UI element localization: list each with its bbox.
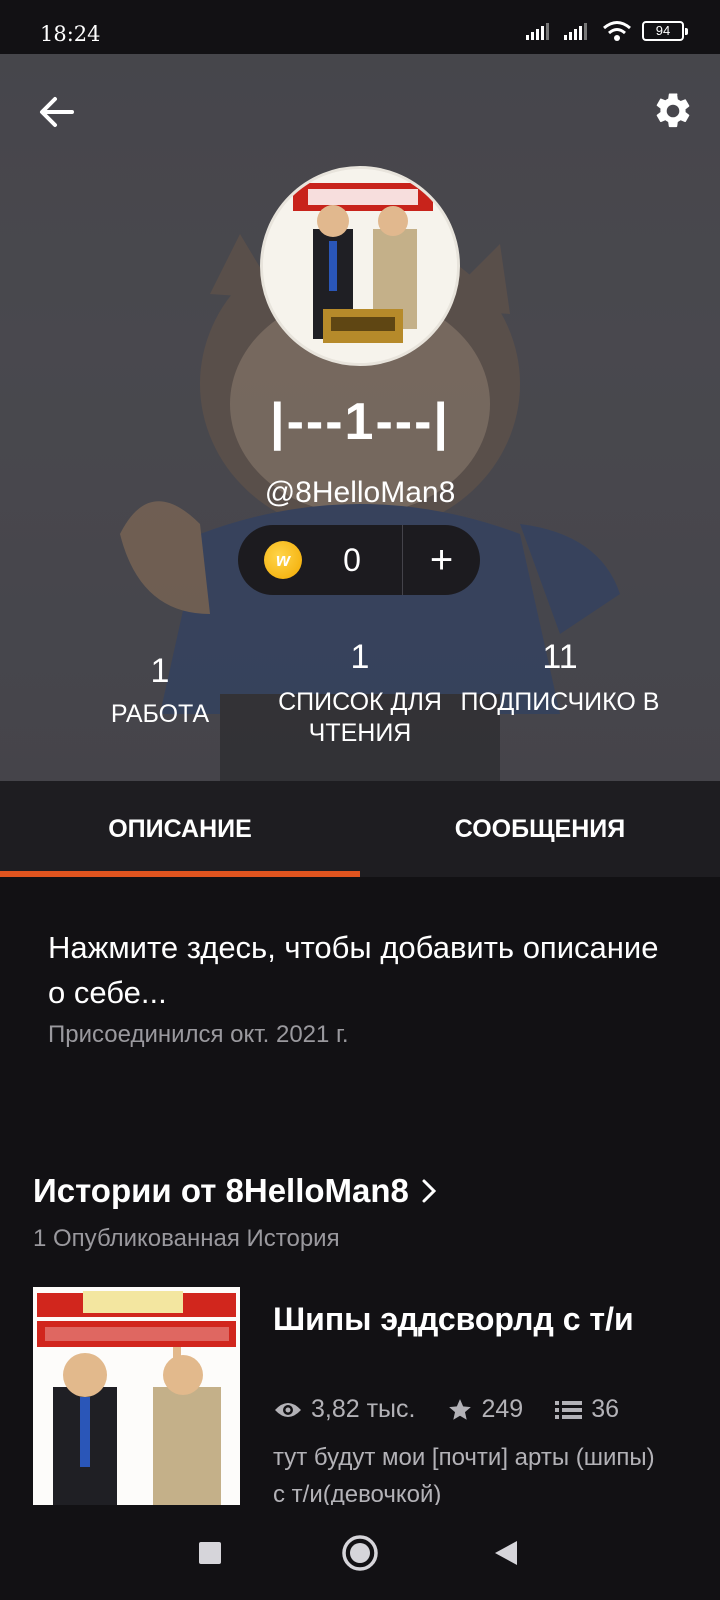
- stat-label: РАБОТА: [110, 700, 210, 728]
- back-button[interactable]: [34, 90, 78, 134]
- display-name: |---1---|: [270, 393, 450, 451]
- stories-header[interactable]: Истории от 8HelloMan8: [33, 1172, 437, 1210]
- story-cover[interactable]: [33, 1287, 240, 1505]
- story-card[interactable]: Шипы эддсворлд с т/и 3,82 тыс. 249 36 ту…: [33, 1287, 693, 1505]
- story-votes: 249: [481, 1395, 524, 1423]
- avatar[interactable]: [260, 166, 460, 366]
- about-section[interactable]: Нажмите здесь, чтобы добавить описание о…: [48, 925, 668, 1049]
- username: @8HelloMan8: [264, 476, 456, 509]
- stat-reading-list[interactable]: 1 СПИСОК ДЛЯ ЧТЕНИЯ: [265, 638, 455, 749]
- signal-icon: [526, 22, 554, 40]
- wifi-icon: [602, 20, 632, 42]
- stat-followers[interactable]: 11 ПОДПИСЧИКО В: [460, 638, 660, 718]
- tab-messages[interactable]: СООБЩЕНИЯ: [360, 781, 720, 877]
- story-cover-image: [33, 1287, 240, 1505]
- status-icons: 94: [526, 20, 688, 42]
- story-reads: 3,82 тыс.: [311, 1395, 416, 1423]
- stories-count: 1 Опубликованная История: [33, 1225, 340, 1252]
- settings-button[interactable]: [648, 86, 698, 136]
- status-time: 18:24: [40, 22, 101, 46]
- add-coins-button[interactable]: +: [403, 525, 480, 595]
- tab-description[interactable]: ОПИСАНИЕ: [0, 781, 360, 877]
- gear-icon: [656, 93, 690, 128]
- story-title[interactable]: Шипы эддсворлд с т/и: [273, 1297, 673, 1341]
- story-parts: 36: [591, 1395, 619, 1423]
- about-placeholder[interactable]: Нажмите здесь, чтобы добавить описание о…: [48, 925, 668, 1015]
- profile-tabs: ОПИСАНИЕ СООБЩЕНИЯ: [0, 781, 720, 877]
- coin-icon: w: [264, 541, 302, 579]
- joined-date: Присоединился окт. 2021 г.: [48, 1021, 349, 1048]
- stories-title: Истории от 8HelloMan8: [33, 1172, 409, 1209]
- recents-button[interactable]: [180, 1523, 240, 1583]
- square-icon: [199, 1542, 221, 1564]
- stat-works[interactable]: 1 РАБОТА: [95, 652, 225, 730]
- triangle-back-icon: [495, 1541, 517, 1565]
- status-bar: 18:24 94: [0, 0, 720, 54]
- arrow-left-icon: [40, 97, 74, 127]
- stat-value: 1: [350, 638, 370, 676]
- coins-pill[interactable]: w 0 +: [238, 525, 480, 595]
- story-description: тут будут мои [почти] арты (шипы) с т/и(…: [273, 1444, 655, 1505]
- stat-label: СПИСОК ДЛЯ ЧТЕНИЯ: [278, 688, 442, 747]
- stat-value: 1: [150, 652, 170, 690]
- list-icon: [555, 1400, 583, 1419]
- profile-header: |---1---| @8HelloMan8 w 0 + 1 РАБОТА 1 С…: [0, 54, 720, 781]
- avatar-image: [263, 169, 457, 363]
- system-nav-bar: [0, 1505, 720, 1600]
- coin-count: 0: [343, 541, 361, 578]
- star-icon: [449, 1398, 472, 1420]
- home-button[interactable]: [330, 1523, 390, 1583]
- stat-label: ПОДПИСЧИКО В: [460, 688, 660, 716]
- back-nav-button[interactable]: [476, 1523, 536, 1583]
- circle-icon: [342, 1535, 378, 1571]
- signal-icon: [564, 22, 592, 40]
- chevron-right-icon: [422, 1179, 437, 1203]
- story-stats: 3,82 тыс. 249 36: [273, 1395, 619, 1424]
- eye-icon: [275, 1402, 301, 1417]
- active-tab-indicator: [0, 871, 360, 877]
- stat-value: 11: [542, 638, 578, 676]
- battery-icon: 94: [642, 21, 688, 41]
